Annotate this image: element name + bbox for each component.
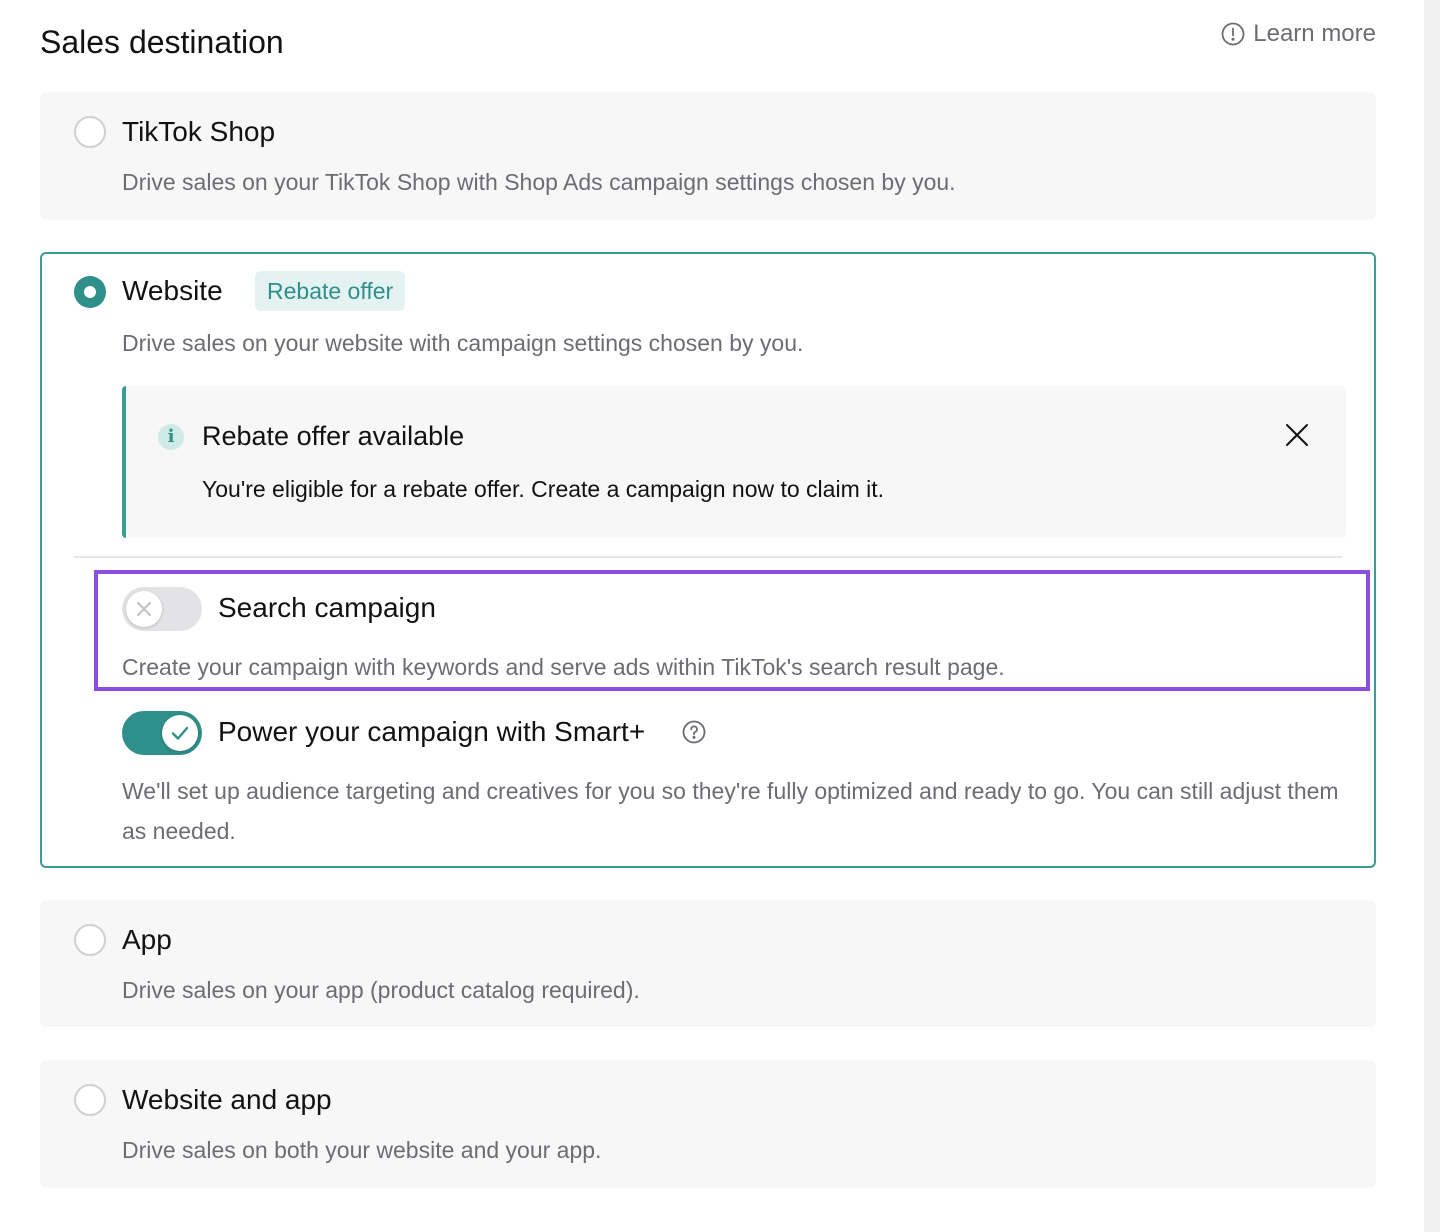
question-circle-icon[interactable] [682,720,706,749]
option-title: Website and app [122,1084,332,1115]
section-header: Sales destination Learn more [40,22,1376,66]
option-description: Drive sales on your website with campaig… [122,330,804,356]
toggle-knob [126,591,162,627]
x-icon [137,602,151,616]
smart-plus-toggle[interactable] [122,711,202,755]
learn-more-label: Learn more [1253,20,1376,47]
rebate-notice: i Rebate offer available You're eligible… [122,386,1346,538]
divider [74,556,1342,558]
close-icon[interactable] [1284,422,1310,448]
option-app[interactable]: App Drive sales on your app (product cat… [40,900,1376,1027]
option-description: Drive sales on both your website and you… [122,1137,602,1163]
alert-circle-icon [1221,22,1245,46]
option-description: Drive sales on your TikTok Shop with Sho… [122,169,956,195]
option-title: Website [122,275,223,306]
info-icon: i [158,424,184,450]
search-campaign-toggle[interactable] [122,587,202,631]
radio-website[interactable] [74,276,106,308]
search-campaign-description: Create your campaign with keywords and s… [122,654,1005,680]
radio-website-and-app[interactable] [74,1084,106,1116]
check-icon [171,726,189,740]
option-description: Drive sales on your app (product catalog… [122,977,640,1003]
radio-app[interactable] [74,924,106,956]
smart-plus-title: Power your campaign with Smart+ [218,716,646,747]
option-title: TikTok Shop [122,116,276,147]
rebate-offer-badge: Rebate offer [255,271,406,311]
option-tiktok-shop[interactable]: TikTok Shop Drive sales on your TikTok S… [40,92,1376,220]
option-website-and-app[interactable]: Website and app Drive sales on both your… [40,1060,1376,1188]
scrollbar-track[interactable] [1424,0,1440,1232]
page-title: Sales destination [40,24,284,60]
smart-plus-description: We'll set up audience targeting and crea… [122,778,1339,844]
toggle-knob [162,715,198,751]
radio-tiktok-shop[interactable] [74,116,106,148]
notice-title: Rebate offer available [202,421,465,451]
search-campaign-title: Search campaign [218,592,436,623]
option-title: App [122,924,172,955]
option-website[interactable]: Website Rebate offer Drive sales on your… [40,252,1376,868]
learn-more-link[interactable]: Learn more [1221,22,1376,46]
notice-body: You're eligible for a rebate offer. Crea… [202,476,885,502]
